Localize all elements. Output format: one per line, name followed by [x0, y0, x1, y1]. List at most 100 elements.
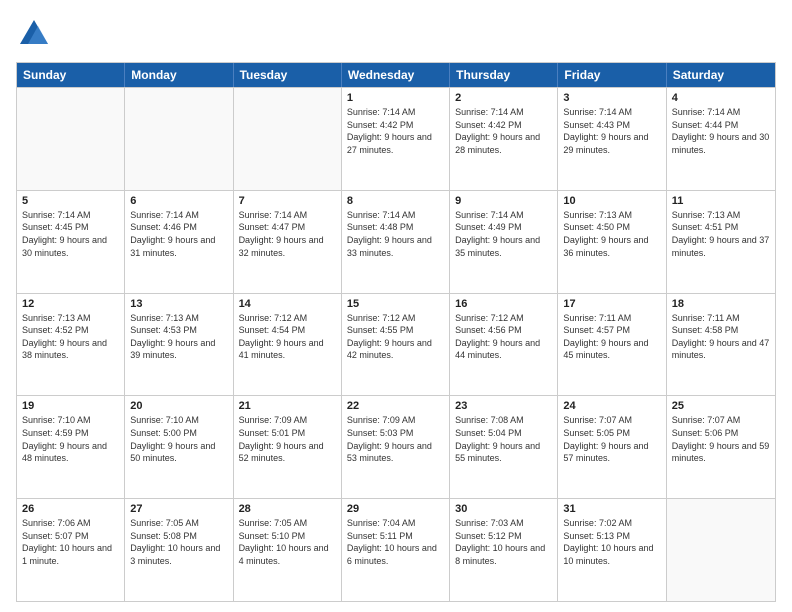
- day-info: Sunrise: 7:12 AM Sunset: 4:54 PM Dayligh…: [239, 312, 336, 362]
- day-number: 24: [563, 400, 660, 412]
- day-cell-26: 26 Sunrise: 7:06 AM Sunset: 5:07 PM Dayli…: [17, 499, 125, 601]
- calendar-body: 1 Sunrise: 7:14 AM Sunset: 4:42 PM Daylig…: [17, 87, 775, 601]
- day-cell-1: 1 Sunrise: 7:14 AM Sunset: 4:42 PM Daylig…: [342, 88, 450, 190]
- day-cell-24: 24 Sunrise: 7:07 AM Sunset: 5:05 PM Dayli…: [558, 396, 666, 498]
- day-info: Sunrise: 7:14 AM Sunset: 4:44 PM Dayligh…: [672, 106, 770, 156]
- day-cell-25: 25Sunrise: 7:07 AM Sunset: 5:06 PM Dayli…: [667, 396, 775, 498]
- empty-cell-r4c6: [667, 499, 775, 601]
- day-info: Sunrise: 7:03 AM Sunset: 5:12 PM Dayligh…: [455, 517, 552, 567]
- calendar-row-2: 5 Sunrise: 7:14 AM Sunset: 4:45 PM Daylig…: [17, 190, 775, 293]
- day-number: 1: [347, 92, 444, 104]
- weekday-header-sunday: Sunday: [17, 63, 125, 87]
- calendar-row-4: 19Sunrise: 7:10 AM Sunset: 4:59 PM Dayli…: [17, 395, 775, 498]
- day-cell-23: 23 Sunrise: 7:08 AM Sunset: 5:04 PM Dayli…: [450, 396, 558, 498]
- day-cell-10: 10Sunrise: 7:13 AM Sunset: 4:50 PM Dayli…: [558, 191, 666, 293]
- day-number: 7: [239, 195, 336, 207]
- day-number: 26: [22, 503, 119, 515]
- day-cell-16: 16 Sunrise: 7:12 AM Sunset: 4:56 PM Dayli…: [450, 294, 558, 396]
- day-number: 27: [130, 503, 227, 515]
- logo: [16, 16, 58, 52]
- day-info: Sunrise: 7:10 AM Sunset: 5:00 PM Dayligh…: [130, 414, 227, 464]
- day-cell-13: 13 Sunrise: 7:13 AM Sunset: 4:53 PM Dayli…: [125, 294, 233, 396]
- day-cell-27: 27Sunrise: 7:05 AM Sunset: 5:08 PM Dayli…: [125, 499, 233, 601]
- day-number: 2: [455, 92, 552, 104]
- day-info: Sunrise: 7:13 AM Sunset: 4:53 PM Dayligh…: [130, 312, 227, 362]
- day-info: Sunrise: 7:05 AM Sunset: 5:10 PM Dayligh…: [239, 517, 336, 567]
- day-cell-31: 31Sunrise: 7:02 AM Sunset: 5:13 PM Dayli…: [558, 499, 666, 601]
- day-number: 6: [130, 195, 227, 207]
- day-info: Sunrise: 7:13 AM Sunset: 4:50 PM Dayligh…: [563, 209, 660, 259]
- day-info: Sunrise: 7:04 AM Sunset: 5:11 PM Dayligh…: [347, 517, 444, 567]
- calendar-row-3: 12 Sunrise: 7:13 AM Sunset: 4:52 PM Dayli…: [17, 293, 775, 396]
- logo-icon: [16, 16, 52, 52]
- day-cell-18: 18 Sunrise: 7:11 AM Sunset: 4:58 PM Dayli…: [667, 294, 775, 396]
- calendar-header-row: SundayMondayTuesdayWednesdayThursdayFrid…: [17, 63, 775, 87]
- day-cell-12: 12 Sunrise: 7:13 AM Sunset: 4:52 PM Dayli…: [17, 294, 125, 396]
- day-cell-28: 28 Sunrise: 7:05 AM Sunset: 5:10 PM Dayli…: [234, 499, 342, 601]
- day-number: 23: [455, 400, 552, 412]
- weekday-header-tuesday: Tuesday: [234, 63, 342, 87]
- calendar-row-5: 26 Sunrise: 7:06 AM Sunset: 5:07 PM Dayli…: [17, 498, 775, 601]
- day-info: Sunrise: 7:14 AM Sunset: 4:42 PM Dayligh…: [455, 106, 552, 156]
- day-info: Sunrise: 7:02 AM Sunset: 5:13 PM Dayligh…: [563, 517, 660, 567]
- weekday-header-thursday: Thursday: [450, 63, 558, 87]
- day-cell-7: 7 Sunrise: 7:14 AM Sunset: 4:47 PM Daylig…: [234, 191, 342, 293]
- day-cell-22: 22 Sunrise: 7:09 AM Sunset: 5:03 PM Dayli…: [342, 396, 450, 498]
- day-info: Sunrise: 7:14 AM Sunset: 4:45 PM Dayligh…: [22, 209, 119, 259]
- day-info: Sunrise: 7:07 AM Sunset: 5:05 PM Dayligh…: [563, 414, 660, 464]
- day-info: Sunrise: 7:08 AM Sunset: 5:04 PM Dayligh…: [455, 414, 552, 464]
- day-info: Sunrise: 7:14 AM Sunset: 4:47 PM Dayligh…: [239, 209, 336, 259]
- day-number: 18: [672, 298, 770, 310]
- day-number: 16: [455, 298, 552, 310]
- day-number: 4: [672, 92, 770, 104]
- day-info: Sunrise: 7:14 AM Sunset: 4:48 PM Dayligh…: [347, 209, 444, 259]
- day-number: 21: [239, 400, 336, 412]
- day-cell-6: 6 Sunrise: 7:14 AM Sunset: 4:46 PM Daylig…: [125, 191, 233, 293]
- day-info: Sunrise: 7:14 AM Sunset: 4:46 PM Dayligh…: [130, 209, 227, 259]
- day-number: 5: [22, 195, 119, 207]
- calendar: SundayMondayTuesdayWednesdayThursdayFrid…: [16, 62, 776, 602]
- day-number: 29: [347, 503, 444, 515]
- empty-cell-r0c2: [234, 88, 342, 190]
- day-info: Sunrise: 7:09 AM Sunset: 5:03 PM Dayligh…: [347, 414, 444, 464]
- day-info: Sunrise: 7:11 AM Sunset: 4:58 PM Dayligh…: [672, 312, 770, 362]
- day-number: 28: [239, 503, 336, 515]
- day-number: 15: [347, 298, 444, 310]
- day-cell-5: 5 Sunrise: 7:14 AM Sunset: 4:45 PM Daylig…: [17, 191, 125, 293]
- weekday-header-monday: Monday: [125, 63, 233, 87]
- day-number: 17: [563, 298, 660, 310]
- day-info: Sunrise: 7:11 AM Sunset: 4:57 PM Dayligh…: [563, 312, 660, 362]
- day-info: Sunrise: 7:13 AM Sunset: 4:51 PM Dayligh…: [672, 209, 770, 259]
- day-cell-21: 21Sunrise: 7:09 AM Sunset: 5:01 PM Dayli…: [234, 396, 342, 498]
- day-number: 30: [455, 503, 552, 515]
- day-info: Sunrise: 7:06 AM Sunset: 5:07 PM Dayligh…: [22, 517, 119, 567]
- day-cell-30: 30 Sunrise: 7:03 AM Sunset: 5:12 PM Dayli…: [450, 499, 558, 601]
- day-cell-11: 11Sunrise: 7:13 AM Sunset: 4:51 PM Dayli…: [667, 191, 775, 293]
- empty-cell-r0c1: [125, 88, 233, 190]
- day-info: Sunrise: 7:12 AM Sunset: 4:55 PM Dayligh…: [347, 312, 444, 362]
- day-number: 14: [239, 298, 336, 310]
- day-number: 8: [347, 195, 444, 207]
- header: [16, 16, 776, 52]
- day-info: Sunrise: 7:10 AM Sunset: 4:59 PM Dayligh…: [22, 414, 119, 464]
- day-number: 22: [347, 400, 444, 412]
- day-info: Sunrise: 7:13 AM Sunset: 4:52 PM Dayligh…: [22, 312, 119, 362]
- day-cell-19: 19Sunrise: 7:10 AM Sunset: 4:59 PM Dayli…: [17, 396, 125, 498]
- weekday-header-wednesday: Wednesday: [342, 63, 450, 87]
- day-number: 12: [22, 298, 119, 310]
- day-info: Sunrise: 7:12 AM Sunset: 4:56 PM Dayligh…: [455, 312, 552, 362]
- day-number: 3: [563, 92, 660, 104]
- day-cell-14: 14 Sunrise: 7:12 AM Sunset: 4:54 PM Dayli…: [234, 294, 342, 396]
- day-info: Sunrise: 7:14 AM Sunset: 4:43 PM Dayligh…: [563, 106, 660, 156]
- page: SundayMondayTuesdayWednesdayThursdayFrid…: [0, 0, 792, 612]
- weekday-header-saturday: Saturday: [667, 63, 775, 87]
- day-cell-20: 20 Sunrise: 7:10 AM Sunset: 5:00 PM Dayli…: [125, 396, 233, 498]
- day-cell-3: 3 Sunrise: 7:14 AM Sunset: 4:43 PM Daylig…: [558, 88, 666, 190]
- day-cell-17: 17 Sunrise: 7:11 AM Sunset: 4:57 PM Dayli…: [558, 294, 666, 396]
- day-number: 9: [455, 195, 552, 207]
- day-number: 13: [130, 298, 227, 310]
- day-number: 20: [130, 400, 227, 412]
- day-info: Sunrise: 7:14 AM Sunset: 4:49 PM Dayligh…: [455, 209, 552, 259]
- day-cell-9: 9 Sunrise: 7:14 AM Sunset: 4:49 PM Daylig…: [450, 191, 558, 293]
- day-info: Sunrise: 7:14 AM Sunset: 4:42 PM Dayligh…: [347, 106, 444, 156]
